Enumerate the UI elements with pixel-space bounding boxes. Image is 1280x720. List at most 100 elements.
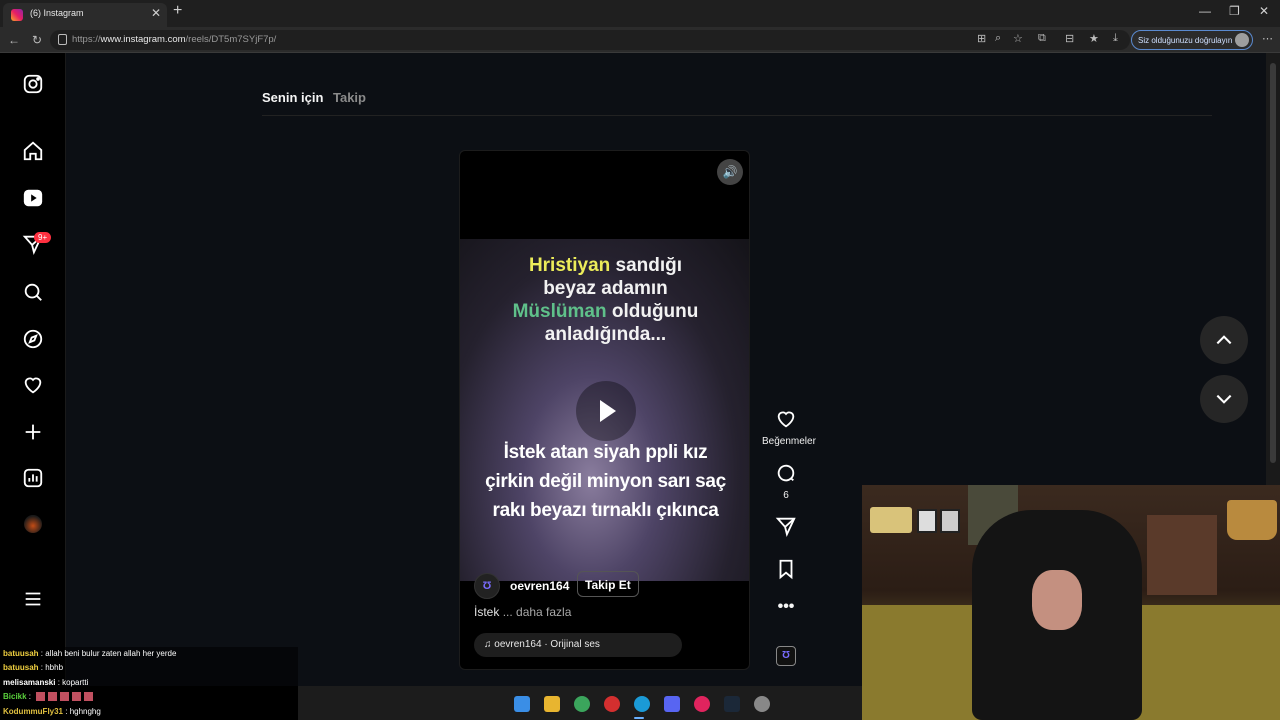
steam-icon[interactable]: [724, 696, 740, 712]
back-icon[interactable]: ←: [8, 33, 20, 47]
sign-in-label: Siz olduğunuzu doğrulayın: [1138, 36, 1233, 45]
follow-button[interactable]: Takip Et: [577, 571, 639, 597]
home-icon[interactable]: [22, 140, 44, 162]
tab-title: (6) Instagram: [30, 8, 84, 18]
webcam-light: [870, 507, 912, 533]
stream-chat-overlay: batuusah : allah beni bulur zaten allah …: [0, 647, 298, 720]
chrome-icon[interactable]: [574, 696, 590, 712]
music-note-icon: ♫: [484, 639, 495, 650]
discord-icon[interactable]: [664, 696, 680, 712]
active-app-indicator: [634, 717, 644, 719]
heart-icon[interactable]: [775, 408, 797, 430]
caption-line: rakı beyazı tırnaklı çıkınca: [492, 500, 719, 521]
caption-word-highlight-green: Müslüman: [512, 301, 607, 322]
more-options-icon[interactable]: •••: [762, 598, 810, 616]
chat-line: melisamanski : kopartti: [3, 678, 89, 687]
reel-description: İstek ... daha fazla: [474, 605, 571, 619]
chat-line: Bicikk :: [3, 692, 94, 702]
zoom-icon[interactable]: ⌕: [995, 32, 1001, 45]
audio-label: oevren164 · Orijinal ses: [494, 639, 600, 650]
chat-message: kopartti: [62, 678, 89, 687]
instagram-logo-icon[interactable]: [22, 73, 44, 95]
instagram-favicon-icon: [11, 9, 23, 21]
save-action[interactable]: [762, 558, 810, 585]
chevron-up-icon: [1216, 335, 1232, 345]
wall-frame: [940, 509, 960, 533]
create-plus-icon[interactable]: [22, 421, 44, 443]
edge-icon[interactable]: [634, 696, 650, 712]
scrollbar-thumb[interactable]: [1270, 63, 1276, 463]
caption-line: İstek atan siyah ppli kız: [503, 442, 708, 463]
site-info-icon[interactable]: [58, 34, 67, 45]
audio-thumbnail[interactable]: Ʊ: [776, 646, 796, 666]
bookmark-icon[interactable]: [775, 558, 797, 580]
downloads-icon[interactable]: ⤓: [1113, 32, 1118, 45]
more-menu-icon[interactable]: ⋯: [1262, 32, 1273, 45]
more-link[interactable]: ... daha fazla: [503, 605, 572, 619]
search-icon[interactable]: [22, 281, 44, 303]
chat-user: melisamanski: [3, 678, 56, 687]
chat-emote-icon: [72, 692, 82, 702]
author-username[interactable]: oevren164: [510, 579, 569, 593]
media-player-icon[interactable]: [694, 696, 710, 712]
next-reel-button[interactable]: [1200, 375, 1248, 423]
volume-icon[interactable]: 🔊: [717, 159, 743, 185]
chat-user: batuusah: [3, 649, 39, 658]
audio-pill[interactable]: ♫ oevren164 · Orijinal ses: [474, 633, 682, 657]
share-action[interactable]: [762, 515, 810, 542]
browser-tab[interactable]: (6) Instagram ✕: [3, 3, 167, 27]
favorites-icon[interactable]: ★: [1089, 32, 1099, 45]
profile-avatar[interactable]: [24, 515, 42, 533]
browser-tab-bar: (6) Instagram ✕ + — ❐ ✕: [0, 0, 1280, 27]
profile-sign-in-button[interactable]: Siz olduğunuzu doğrulayın: [1131, 30, 1253, 50]
opera-icon[interactable]: [604, 696, 620, 712]
comment-action[interactable]: 6: [762, 462, 810, 501]
tabs-divider: [262, 115, 1212, 116]
chat-user: KodummuFly31: [3, 707, 64, 716]
comment-icon[interactable]: [775, 462, 797, 484]
app-available-icon[interactable]: ⊞: [977, 32, 986, 45]
menu-hamburger-icon[interactable]: [22, 588, 44, 610]
extensions-icon[interactable]: ⧉: [1038, 32, 1046, 45]
chat-emote-icon: [60, 692, 70, 702]
caption-word: olduğunu: [606, 301, 699, 322]
chat-line: KodummuFly31 : hghnghg: [3, 707, 101, 716]
explore-icon[interactable]: [22, 328, 44, 350]
notifications-heart-icon[interactable]: [22, 374, 44, 396]
chat-user: batuusah: [3, 663, 39, 672]
wall-frame: [917, 509, 937, 533]
windows-taskbar: [298, 686, 862, 720]
split-screen-icon[interactable]: ⊟: [1065, 32, 1074, 45]
minimize-button[interactable]: —: [1199, 4, 1211, 18]
webcam-overlay: [862, 485, 1280, 720]
share-icon[interactable]: [775, 515, 797, 537]
app-icon[interactable]: [754, 696, 770, 712]
favorite-star-icon[interactable]: ☆: [1013, 32, 1023, 45]
chat-line: batuusah : allah beni bulur zaten allah …: [3, 649, 177, 658]
close-window-button[interactable]: ✕: [1259, 4, 1269, 18]
refresh-icon[interactable]: ↻: [32, 33, 42, 47]
reels-icon[interactable]: [22, 187, 44, 209]
new-tab-button[interactable]: +: [173, 2, 182, 20]
url-field[interactable]: https://www.instagram.com/reels/DT5m7SYj…: [50, 30, 1130, 50]
play-button[interactable]: [576, 381, 636, 441]
caption-word: sandığı: [610, 255, 683, 276]
author-avatar[interactable]: Ʊ: [474, 573, 500, 599]
caption-line: anladığında...: [544, 324, 667, 345]
dashboard-icon[interactable]: [22, 467, 44, 489]
reel-caption-top: Hristiyan sandığı beyaz adamın Müslüman …: [460, 254, 749, 346]
start-icon[interactable]: [514, 696, 530, 712]
reel-player[interactable]: Hristiyan sandığı beyaz adamın Müslüman …: [459, 150, 750, 670]
previous-reel-button[interactable]: [1200, 316, 1248, 364]
description-text: İstek: [474, 605, 500, 619]
like-action[interactable]: Beğenmeler: [762, 408, 816, 447]
maximize-button[interactable]: ❐: [1229, 4, 1240, 18]
lamp-shade: [1227, 500, 1277, 540]
tab-close-icon[interactable]: ✕: [151, 6, 161, 20]
file-explorer-icon[interactable]: [544, 696, 560, 712]
tab-for-you[interactable]: Senin için: [262, 90, 323, 105]
notification-badge: 9+: [34, 232, 52, 243]
tab-following[interactable]: Takip: [333, 90, 366, 105]
chat-message: hghnghg: [69, 707, 101, 716]
caption-line: beyaz adamın: [543, 278, 668, 299]
